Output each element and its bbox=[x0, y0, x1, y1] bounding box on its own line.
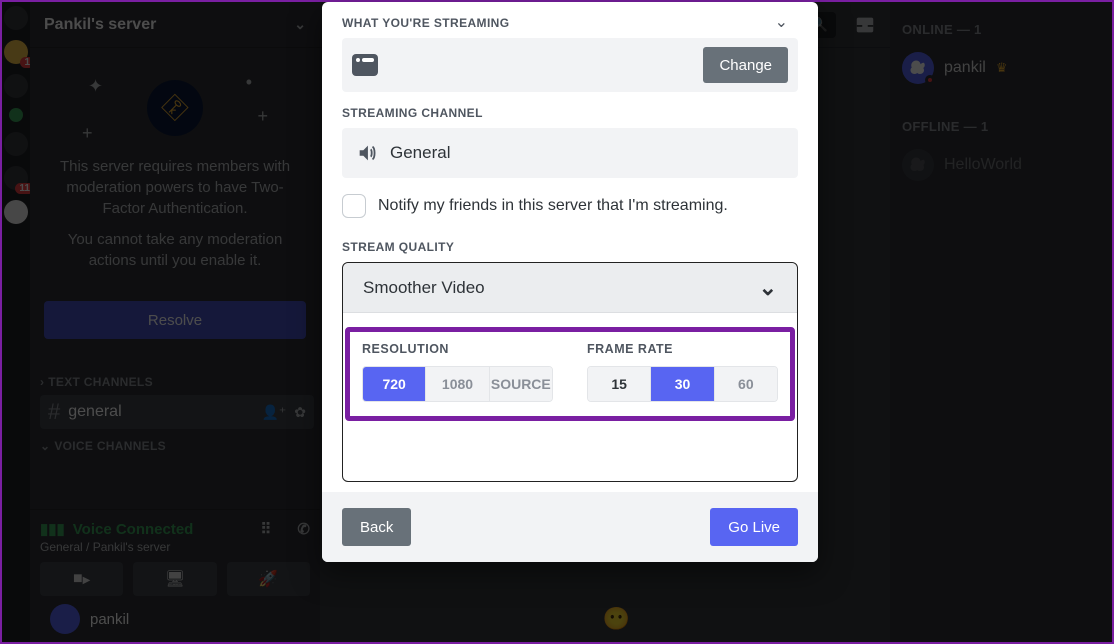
mfa-notice: ✦ • + + ⚿ This server requires members w… bbox=[30, 48, 320, 291]
soundboard-icon[interactable]: ⠿ bbox=[260, 520, 271, 538]
voice-status: Voice Connected bbox=[73, 521, 194, 538]
member-name: HelloWorld bbox=[944, 156, 1022, 174]
owner-crown-icon: ♛ bbox=[996, 60, 1008, 76]
text-channels-header[interactable]: › TEXT CHANNELS bbox=[40, 375, 314, 389]
rail-server-icon[interactable]: 1 bbox=[4, 40, 28, 64]
avatar bbox=[50, 604, 80, 634]
channel-value: General bbox=[390, 143, 450, 163]
resolution-option-1080[interactable]: 1080 bbox=[426, 367, 489, 401]
resolution-segment: 720 1080 SOURCE bbox=[362, 366, 553, 402]
quality-box: Smoother Video ⌄ RESOLUTION 720 1080 SOU… bbox=[342, 262, 798, 482]
streaming-source-row: Change bbox=[342, 38, 798, 92]
streaming-channel-select[interactable]: General bbox=[342, 128, 798, 178]
rail-server-icon[interactable] bbox=[4, 132, 28, 156]
back-button[interactable]: Back bbox=[342, 508, 411, 546]
emoji-picker-icon[interactable]: 😶 bbox=[603, 606, 630, 632]
framerate-option-30[interactable]: 30 bbox=[651, 367, 714, 401]
chevron-up-icon[interactable]: ⌄ bbox=[775, 12, 788, 32]
avatar bbox=[902, 52, 934, 84]
notify-row[interactable]: Notify my friends in this server that I'… bbox=[342, 194, 798, 218]
voice-panel: ▮▮▮ Voice Connected ⠿ ✆ General / Pankil… bbox=[30, 509, 320, 642]
hash-icon: # bbox=[48, 399, 60, 425]
streaming-channel-label: STREAMING CHANNEL bbox=[342, 106, 798, 120]
current-user-row[interactable]: pankil bbox=[40, 596, 310, 638]
status-dnd-icon bbox=[925, 75, 935, 85]
member-row[interactable]: HelloWorld bbox=[902, 144, 1100, 186]
resolution-option-source[interactable]: SOURCE bbox=[490, 367, 552, 401]
server-name: Pankil's server bbox=[44, 16, 156, 34]
modal-footer: Back Go Live bbox=[322, 492, 818, 562]
what-streaming-label: WHAT YOU'RE STREAMING bbox=[342, 16, 798, 30]
chevron-right-icon: › bbox=[40, 375, 44, 389]
notify-checkbox[interactable] bbox=[342, 194, 366, 218]
member-name: pankil bbox=[944, 59, 986, 77]
notify-label: Notify my friends in this server that I'… bbox=[378, 197, 728, 215]
activity-button[interactable]: 🚀 bbox=[227, 562, 310, 596]
resolve-button[interactable]: Resolve bbox=[44, 301, 306, 339]
inbox-icon[interactable] bbox=[854, 14, 876, 36]
stream-quality-label: STREAM QUALITY bbox=[342, 240, 798, 254]
quality-preset-select[interactable]: Smoother Video ⌄ bbox=[343, 263, 797, 313]
member-row[interactable]: pankil ♛ bbox=[902, 47, 1100, 89]
add-user-icon[interactable]: 👤⁺ bbox=[261, 404, 286, 421]
quality-preset-value: Smoother Video bbox=[363, 278, 485, 298]
framerate-segment: 15 30 60 bbox=[587, 366, 778, 402]
signal-icon: ▮▮▮ bbox=[40, 520, 65, 538]
server-rail: 1 11 bbox=[2, 2, 30, 642]
member-list: ONLINE — 1 pankil ♛ OFFLINE — 1 HelloWor… bbox=[890, 2, 1112, 642]
avatar bbox=[902, 149, 934, 181]
voice-channels-header[interactable]: ⌄ VOICE CHANNELS bbox=[40, 439, 314, 453]
chevron-down-icon: ⌄ bbox=[759, 275, 777, 301]
key-graphic: ✦ • + + ⚿ bbox=[48, 68, 302, 148]
voice-subchannel: General / Pankil's server bbox=[40, 540, 310, 554]
rail-online-icon bbox=[9, 108, 23, 122]
text-channel-general[interactable]: # general 👤⁺ ✿ bbox=[40, 395, 314, 429]
resolution-option-720[interactable]: 720 bbox=[363, 367, 426, 401]
disconnect-icon[interactable]: ✆ bbox=[297, 520, 310, 538]
current-user-name: pankil bbox=[90, 611, 129, 628]
notice-line2: You cannot take any moderation actions u… bbox=[48, 229, 302, 271]
online-header: ONLINE — 1 bbox=[902, 22, 1100, 37]
rail-home-icon[interactable] bbox=[4, 6, 28, 30]
stream-settings-modal: ⌄ WHAT YOU'RE STREAMING Change STREAMING… bbox=[322, 2, 818, 562]
server-header[interactable]: Pankil's server ⌄ bbox=[30, 2, 320, 48]
framerate-option-15[interactable]: 15 bbox=[588, 367, 651, 401]
rail-server-icon[interactable] bbox=[4, 74, 28, 98]
go-live-button[interactable]: Go Live bbox=[710, 508, 798, 546]
chevron-down-icon: ⌄ bbox=[40, 439, 50, 453]
notice-line1: This server requires members with modera… bbox=[48, 156, 302, 219]
framerate-option-60[interactable]: 60 bbox=[715, 367, 777, 401]
change-button[interactable]: Change bbox=[703, 47, 788, 83]
chevron-down-icon: ⌄ bbox=[294, 16, 306, 33]
speaker-icon bbox=[356, 142, 378, 164]
video-button[interactable]: ■▶ bbox=[40, 562, 123, 596]
framerate-label: FRAME RATE bbox=[587, 342, 778, 356]
rail-add-server-icon[interactable] bbox=[4, 200, 28, 224]
key-icon: ⚿ bbox=[154, 87, 197, 130]
screen-share-button[interactable]: 🖥 bbox=[133, 562, 216, 596]
quality-highlight-area: RESOLUTION 720 1080 SOURCE FRAME RATE 15… bbox=[345, 327, 795, 421]
application-window-icon bbox=[352, 54, 378, 76]
gear-icon[interactable]: ✿ bbox=[294, 404, 306, 421]
channel-name: general bbox=[68, 403, 121, 421]
resolution-label: RESOLUTION bbox=[362, 342, 553, 356]
channel-sidebar: Pankil's server ⌄ ✦ • + + ⚿ This server … bbox=[30, 2, 320, 642]
rail-server-icon[interactable]: 11 bbox=[4, 166, 28, 190]
offline-header: OFFLINE — 1 bbox=[902, 119, 1100, 134]
